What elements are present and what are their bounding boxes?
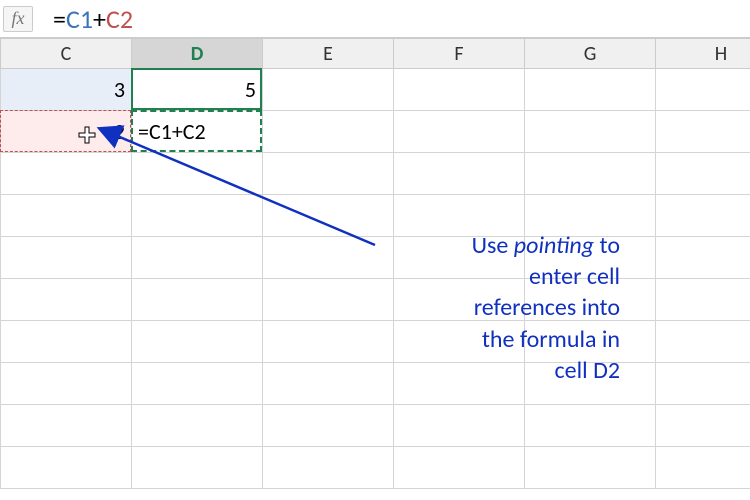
annotation-word: Use: [472, 231, 514, 260]
cell-E1[interactable]: [263, 69, 394, 111]
cell[interactable]: [394, 405, 525, 447]
col-header-G[interactable]: G: [525, 39, 656, 69]
formula-token-plus: +: [93, 3, 106, 35]
cell[interactable]: [394, 447, 525, 489]
col-header-E[interactable]: E: [263, 39, 394, 69]
cell[interactable]: [263, 153, 394, 195]
cell[interactable]: [132, 195, 263, 237]
cell[interactable]: [525, 405, 656, 447]
cell[interactable]: [656, 405, 750, 447]
cell[interactable]: [525, 153, 656, 195]
cell[interactable]: [132, 237, 263, 279]
cell-H2[interactable]: [656, 111, 750, 153]
cell[interactable]: [656, 447, 750, 489]
cell[interactable]: [656, 279, 750, 321]
cell[interactable]: [1, 279, 132, 321]
cell[interactable]: [656, 237, 750, 279]
cell[interactable]: [1, 363, 132, 405]
annotation-line: references into: [360, 292, 620, 323]
annotation-line: cell D2: [360, 355, 620, 386]
formula-token-ref1: C1: [66, 3, 93, 35]
cell-H1[interactable]: [656, 69, 750, 111]
formula-input[interactable]: =C1+C2: [33, 3, 750, 35]
cell[interactable]: [656, 153, 750, 195]
formula-bar: fx =C1+C2: [0, 0, 750, 38]
cell[interactable]: [263, 405, 394, 447]
cell-E2[interactable]: [263, 111, 394, 153]
cell-D1[interactable]: 5: [132, 69, 263, 111]
annotation-line: the formula in: [360, 324, 620, 355]
col-header-F[interactable]: F: [394, 39, 525, 69]
cell[interactable]: [132, 447, 263, 489]
cell[interactable]: [1, 321, 132, 363]
column-header-row: C D E F G H: [1, 39, 750, 69]
formula-token-ref2: C2: [106, 3, 133, 35]
cell[interactable]: [656, 195, 750, 237]
cell-G2[interactable]: [525, 111, 656, 153]
cell-D2[interactable]: =C1+C2: [132, 111, 263, 153]
cell[interactable]: [132, 405, 263, 447]
cell-G1[interactable]: [525, 69, 656, 111]
cell[interactable]: [263, 447, 394, 489]
cell[interactable]: [1, 195, 132, 237]
cell[interactable]: [132, 279, 263, 321]
col-header-H[interactable]: H: [656, 39, 750, 69]
cell-F2[interactable]: [394, 111, 525, 153]
cell-F1[interactable]: [394, 69, 525, 111]
fx-button[interactable]: fx: [3, 6, 33, 32]
formula-token-eq: =: [53, 3, 66, 35]
cell-C2[interactable]: 2: [1, 111, 132, 153]
cell[interactable]: [132, 153, 263, 195]
cell[interactable]: [1, 447, 132, 489]
cell[interactable]: [132, 321, 263, 363]
cell[interactable]: [1, 237, 132, 279]
cell[interactable]: [1, 153, 132, 195]
cell[interactable]: [394, 153, 525, 195]
cell[interactable]: [132, 363, 263, 405]
col-header-C[interactable]: C: [1, 39, 132, 69]
annotation-word-italic: pointing: [514, 231, 594, 260]
annotation-text: Use pointing to enter cell references in…: [360, 230, 620, 386]
annotation-word: to: [594, 231, 620, 260]
cell[interactable]: [656, 363, 750, 405]
cell[interactable]: [656, 321, 750, 363]
cell[interactable]: [525, 447, 656, 489]
col-header-D[interactable]: D: [132, 39, 263, 69]
annotation-line: enter cell: [360, 261, 620, 292]
cell-C1[interactable]: 3: [1, 69, 132, 111]
cell[interactable]: [1, 405, 132, 447]
